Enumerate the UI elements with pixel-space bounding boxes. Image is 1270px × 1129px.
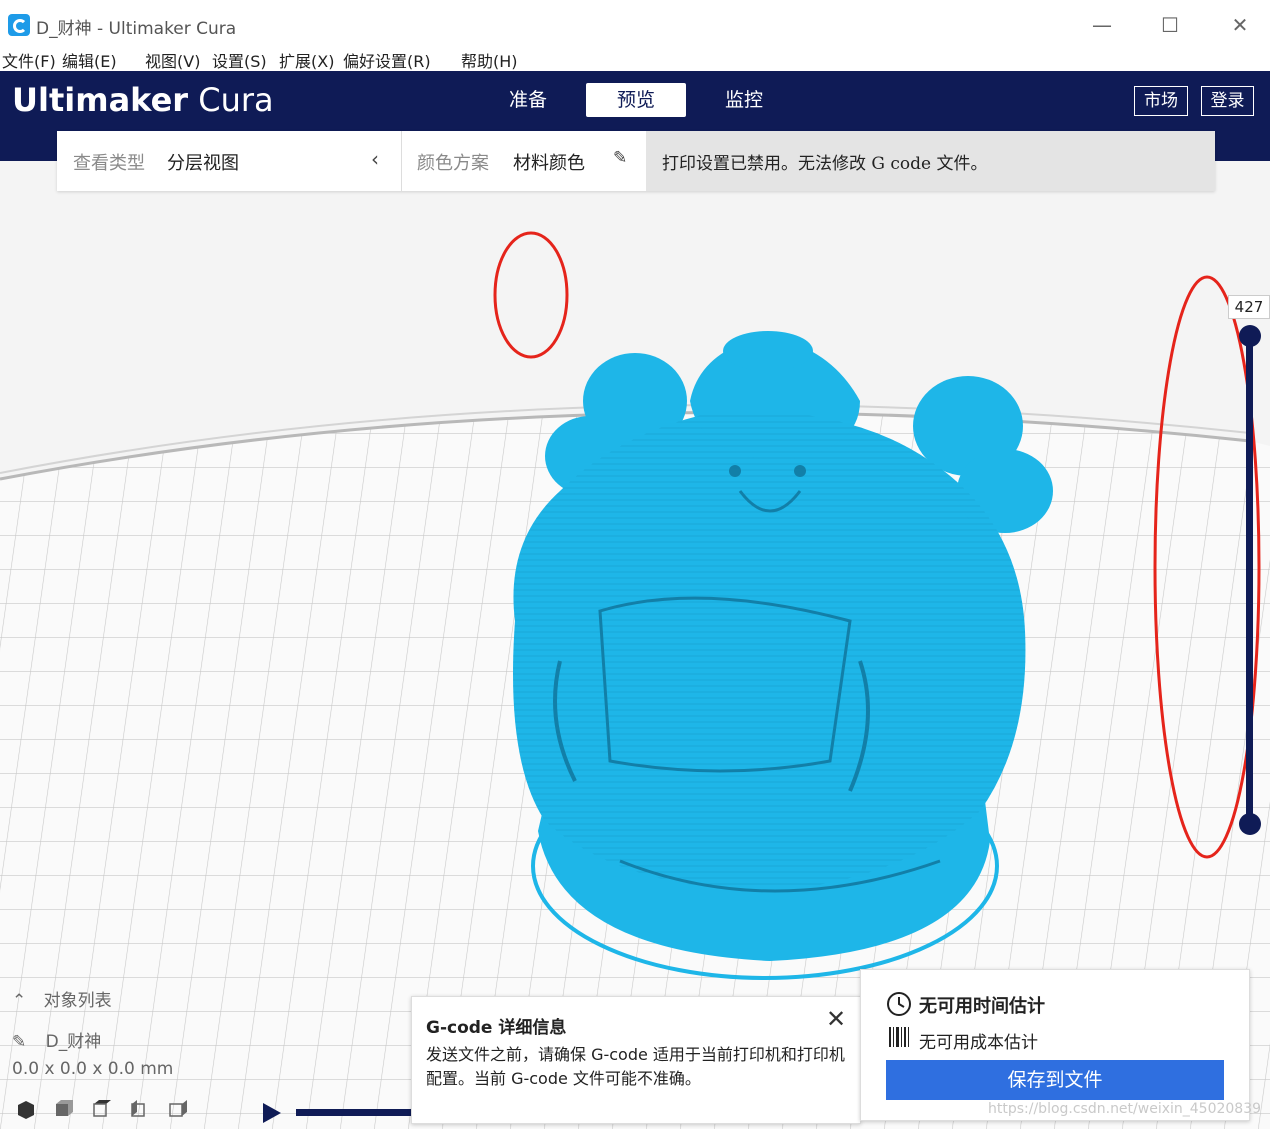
menu-preferences[interactable]: 偏好设置(R) <box>343 48 431 72</box>
view-type-dropdown[interactable]: 分层视图 <box>167 149 239 175</box>
menu-settings[interactable]: 设置(S) <box>212 48 267 72</box>
message-text: 打印设置已禁用。无法修改 G code 文件。 <box>662 154 988 174</box>
window-titlebar: D_财神 - Ultimaker Cura — ☐ ✕ <box>0 0 1270 44</box>
barcode-icon <box>889 1027 909 1047</box>
play-icon[interactable] <box>260 1101 284 1125</box>
object-row[interactable]: ✎ D_财神 <box>12 1027 101 1052</box>
color-scheme-dropdown[interactable]: 材料颜色 <box>513 149 585 175</box>
gcode-info-card: G-code 详细信息 ✕ 发送文件之前，请确保 G-code 适用于当前打印机… <box>411 996 861 1124</box>
cost-estimate: 无可用成本估计 <box>919 1033 1038 1053</box>
gcode-info-body: 发送文件之前，请确保 G-code 适用于当前打印机和打印机配置。当前 G-co… <box>426 1045 845 1088</box>
marketplace-button[interactable]: 市场 <box>1134 86 1188 116</box>
view-top-icon <box>93 1100 111 1117</box>
menu-file[interactable]: 文件(F) <box>2 48 56 72</box>
object-dimensions: 0.0 x 0.0 x 0.0 mm <box>12 1059 174 1079</box>
view-left-icon <box>131 1100 145 1117</box>
brand-bold: Ultimaker <box>12 81 189 119</box>
camera-view-icons <box>18 1100 187 1119</box>
chevron-up-icon: ⌃ <box>12 991 27 1011</box>
divider <box>401 131 402 191</box>
cura-logo-icon <box>8 14 30 36</box>
pencil-icon[interactable]: ✎ <box>613 148 627 168</box>
tab-preview[interactable]: 预览 <box>586 83 686 117</box>
layer-slider-top-handle[interactable] <box>1239 325 1261 347</box>
menu-extensions[interactable]: 扩展(X) <box>279 48 334 72</box>
time-estimate: 无可用时间估计 <box>919 996 1045 1017</box>
pencil-icon: ✎ <box>12 1032 27 1052</box>
brand-light: Cura <box>198 81 274 119</box>
object-list-header[interactable]: ⌃ 对象列表 <box>12 986 112 1011</box>
print-estimate-card: 无可用时间估计 无可用成本估计 保存到文件 <box>860 969 1250 1121</box>
clock-icon <box>887 992 911 1016</box>
view-front-icon <box>56 1100 73 1116</box>
layer-number-input[interactable]: 427 <box>1228 295 1270 319</box>
tab-prepare[interactable]: 准备 <box>496 83 560 117</box>
watermark-text: https://blog.csdn.net/weixin_45020839 <box>988 1101 1262 1117</box>
window-title: D_财神 - Ultimaker Cura <box>36 19 237 39</box>
color-scheme-label: 颜色方案 <box>417 153 489 174</box>
view-options-bar: 查看类型 分层视图 ‹ 颜色方案 材料颜色 ✎ 打印设置已禁用。无法修改 G c… <box>57 131 1215 191</box>
tab-monitor[interactable]: 监控 <box>712 83 776 117</box>
chevron-left-icon[interactable]: ‹ <box>371 147 379 171</box>
layer-slider-bottom-handle[interactable] <box>1239 813 1261 835</box>
close-icon[interactable]: ✕ <box>826 1005 846 1033</box>
save-to-file-button[interactable]: 保存到文件 <box>886 1060 1224 1100</box>
maximize-button[interactable]: ☐ <box>1148 8 1192 42</box>
simulation-progress-track[interactable] <box>296 1109 411 1116</box>
gcode-info-title: G-code 详细信息 <box>426 1018 567 1038</box>
app-brand: Ultimaker Cura <box>12 81 274 119</box>
menu-edit[interactable]: 编辑(E) <box>62 48 117 72</box>
layer-slider-track[interactable] <box>1246 336 1253 824</box>
view-right-icon <box>169 1100 187 1117</box>
menu-view[interactable]: 视图(V) <box>145 48 200 72</box>
minimize-button[interactable]: — <box>1080 8 1124 42</box>
close-button[interactable]: ✕ <box>1218 8 1262 42</box>
menu-help[interactable]: 帮助(H) <box>461 48 518 72</box>
view-3d-icon <box>18 1101 34 1119</box>
model-caishen <box>513 331 1053 961</box>
view-type-label: 查看类型 <box>73 153 145 174</box>
settings-disabled-message: 打印设置已禁用。无法修改 G code 文件。 <box>646 131 1215 191</box>
login-button[interactable]: 登录 <box>1201 86 1254 116</box>
menu-bar: 文件(F) 编辑(E) 视图(V) 设置(S) 扩展(X) 偏好设置(R) 帮助… <box>0 44 1270 71</box>
